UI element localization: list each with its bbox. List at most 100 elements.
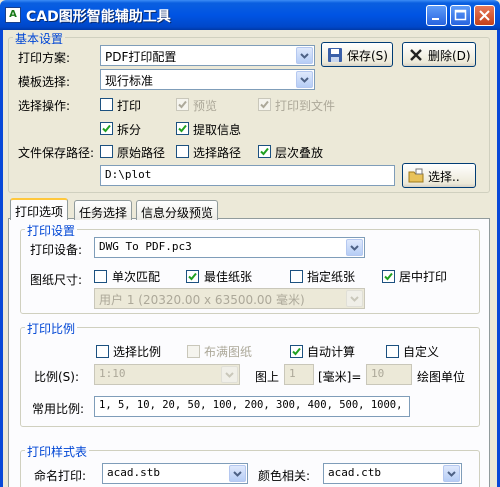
save-button-label: 保存(S) — [347, 49, 388, 63]
drawing-unit-value: 10 — [371, 367, 385, 380]
save-path-input[interactable]: D:\plot — [100, 165, 395, 186]
auto-calc-label: 自动计算 — [307, 345, 356, 359]
floppy-disk-icon — [328, 48, 342, 62]
single-match-label: 单次匹配 — [112, 270, 161, 284]
plot-scheme-value: PDF打印配置 — [105, 50, 177, 64]
minimize-icon — [432, 18, 439, 20]
print-device-label: 打印设备: — [30, 243, 83, 257]
common-scale-value: 1, 5, 10, 20, 50, 100, 200, 300, 400, 50… — [99, 399, 409, 411]
scale-value: 1:10 — [99, 367, 126, 380]
drawing-mm-input[interactable]: 1 — [284, 364, 314, 385]
delete-x-icon — [410, 49, 422, 61]
color-dependent-select[interactable]: acad.ctb — [323, 463, 462, 484]
custom-scale-checkbox[interactable] — [386, 345, 399, 358]
browse-button-label: 选择.. — [428, 170, 460, 184]
cad-app-icon[interactable]: A — [5, 7, 21, 23]
print-device-select[interactable]: DWG To PDF.pc3 — [94, 237, 365, 258]
drawing-up-label: 图上 — [255, 370, 280, 384]
original-path-label: 原始路径 — [117, 146, 166, 160]
print-device-value: DWG To PDF.pc3 — [99, 240, 192, 253]
window-title: CAD图形智能辅助工具 — [26, 9, 171, 25]
check-icon — [384, 272, 393, 281]
print-to-file-checkbox[interactable] — [258, 98, 271, 111]
scale-label: 比例(S): — [34, 370, 80, 384]
original-path-checkbox[interactable] — [100, 145, 113, 158]
select-scale-checkbox[interactable] — [96, 345, 109, 358]
chevron-down-icon[interactable] — [221, 366, 238, 383]
choose-path-checkbox[interactable] — [176, 145, 189, 158]
basic-settings-legend: 基本设置 — [13, 30, 66, 47]
folder-icon — [408, 168, 424, 183]
color-dependent-value: acad.ctb — [328, 466, 381, 479]
browse-button[interactable]: 选择.. — [402, 163, 476, 188]
common-scale-label: 常用比例: — [32, 402, 85, 416]
print-checkbox[interactable] — [100, 98, 113, 111]
split-checkbox[interactable] — [100, 122, 113, 135]
named-plot-value: acad.stb — [107, 466, 160, 479]
print-checkbox-label: 打印 — [117, 99, 142, 113]
chevron-down-icon[interactable] — [346, 239, 363, 256]
paper-size-value: 用户 1 (20320.00 x 63500.00 毫米) — [99, 293, 305, 307]
chevron-down-icon[interactable] — [296, 71, 313, 88]
chevron-down-icon[interactable] — [296, 47, 313, 64]
title-bar[interactable]: A CAD图形智能辅助工具 — [0, 0, 500, 30]
auto-calc-checkbox[interactable] — [290, 345, 303, 358]
layered-checkbox[interactable] — [258, 145, 271, 158]
chevron-down-icon[interactable] — [346, 290, 363, 307]
check-icon — [292, 347, 301, 356]
specified-paper-checkbox[interactable] — [290, 270, 303, 283]
template-value: 现行标准 — [105, 74, 154, 88]
paper-size-select[interactable]: 用户 1 (20320.00 x 63500.00 毫米) — [94, 288, 365, 309]
named-plot-select[interactable]: acad.stb — [102, 463, 248, 484]
check-icon — [260, 147, 269, 156]
plot-style-legend: 打印样式表 — [25, 443, 90, 460]
plot-scheme-label: 打印方案: — [18, 51, 71, 65]
mm-equals-label: [毫米]= — [318, 370, 362, 384]
named-plot-label: 命名打印: — [34, 469, 87, 483]
close-button[interactable] — [474, 5, 495, 26]
fit-paper-checkbox[interactable] — [187, 345, 200, 358]
delete-button[interactable]: 删除(D) — [402, 42, 476, 67]
color-dependent-label: 颜色相关: — [258, 469, 311, 483]
maximize-button[interactable] — [450, 5, 471, 26]
center-plot-checkbox[interactable] — [382, 270, 395, 283]
extract-info-checkbox[interactable] — [176, 122, 189, 135]
print-scale-legend: 打印比例 — [25, 320, 78, 337]
select-action-label: 选择操作: — [18, 99, 71, 113]
check-icon — [178, 100, 187, 109]
check-icon — [260, 100, 269, 109]
custom-scale-label: 自定义 — [403, 345, 440, 359]
tab-task-select[interactable]: 任务选择 — [74, 200, 133, 220]
plot-scheme-select[interactable]: PDF打印配置 — [100, 45, 315, 66]
single-match-checkbox[interactable] — [94, 270, 107, 283]
specified-paper-label: 指定纸张 — [307, 270, 356, 284]
chevron-down-icon[interactable] — [229, 465, 246, 482]
print-settings-legend: 打印设置 — [25, 222, 78, 239]
minimize-button[interactable] — [426, 5, 447, 26]
template-select[interactable]: 现行标准 — [100, 69, 315, 90]
common-scale-input[interactable]: 1, 5, 10, 20, 50, 100, 200, 300, 400, 50… — [94, 396, 410, 417]
check-icon — [178, 124, 187, 133]
template-label: 模板选择: — [18, 75, 71, 89]
preview-checkbox-label: 预览 — [193, 99, 218, 113]
drawing-mm-value: 1 — [289, 367, 296, 380]
best-paper-checkbox[interactable] — [186, 270, 199, 283]
best-paper-label: 最佳纸张 — [204, 270, 253, 284]
tab-print-options[interactable]: 打印选项 — [10, 198, 69, 220]
save-button[interactable]: 保存(S) — [321, 42, 393, 67]
scale-select[interactable]: 1:10 — [94, 364, 240, 385]
chevron-down-icon[interactable] — [443, 465, 460, 482]
select-scale-label: 选择比例 — [113, 345, 162, 359]
choose-path-label: 选择路径 — [193, 146, 242, 160]
check-icon — [188, 272, 197, 281]
close-icon — [479, 10, 490, 21]
print-to-file-label: 打印到文件 — [275, 99, 336, 113]
tab-info-preview[interactable]: 信息分级预览 — [136, 200, 219, 220]
drawing-unit-input[interactable]: 10 — [366, 364, 412, 385]
check-icon — [102, 124, 111, 133]
preview-checkbox[interactable] — [176, 98, 189, 111]
split-checkbox-label: 拆分 — [117, 123, 142, 137]
extract-info-label: 提取信息 — [193, 123, 242, 137]
maximize-icon — [454, 9, 467, 21]
drawing-unit-label: 绘图单位 — [417, 370, 466, 384]
